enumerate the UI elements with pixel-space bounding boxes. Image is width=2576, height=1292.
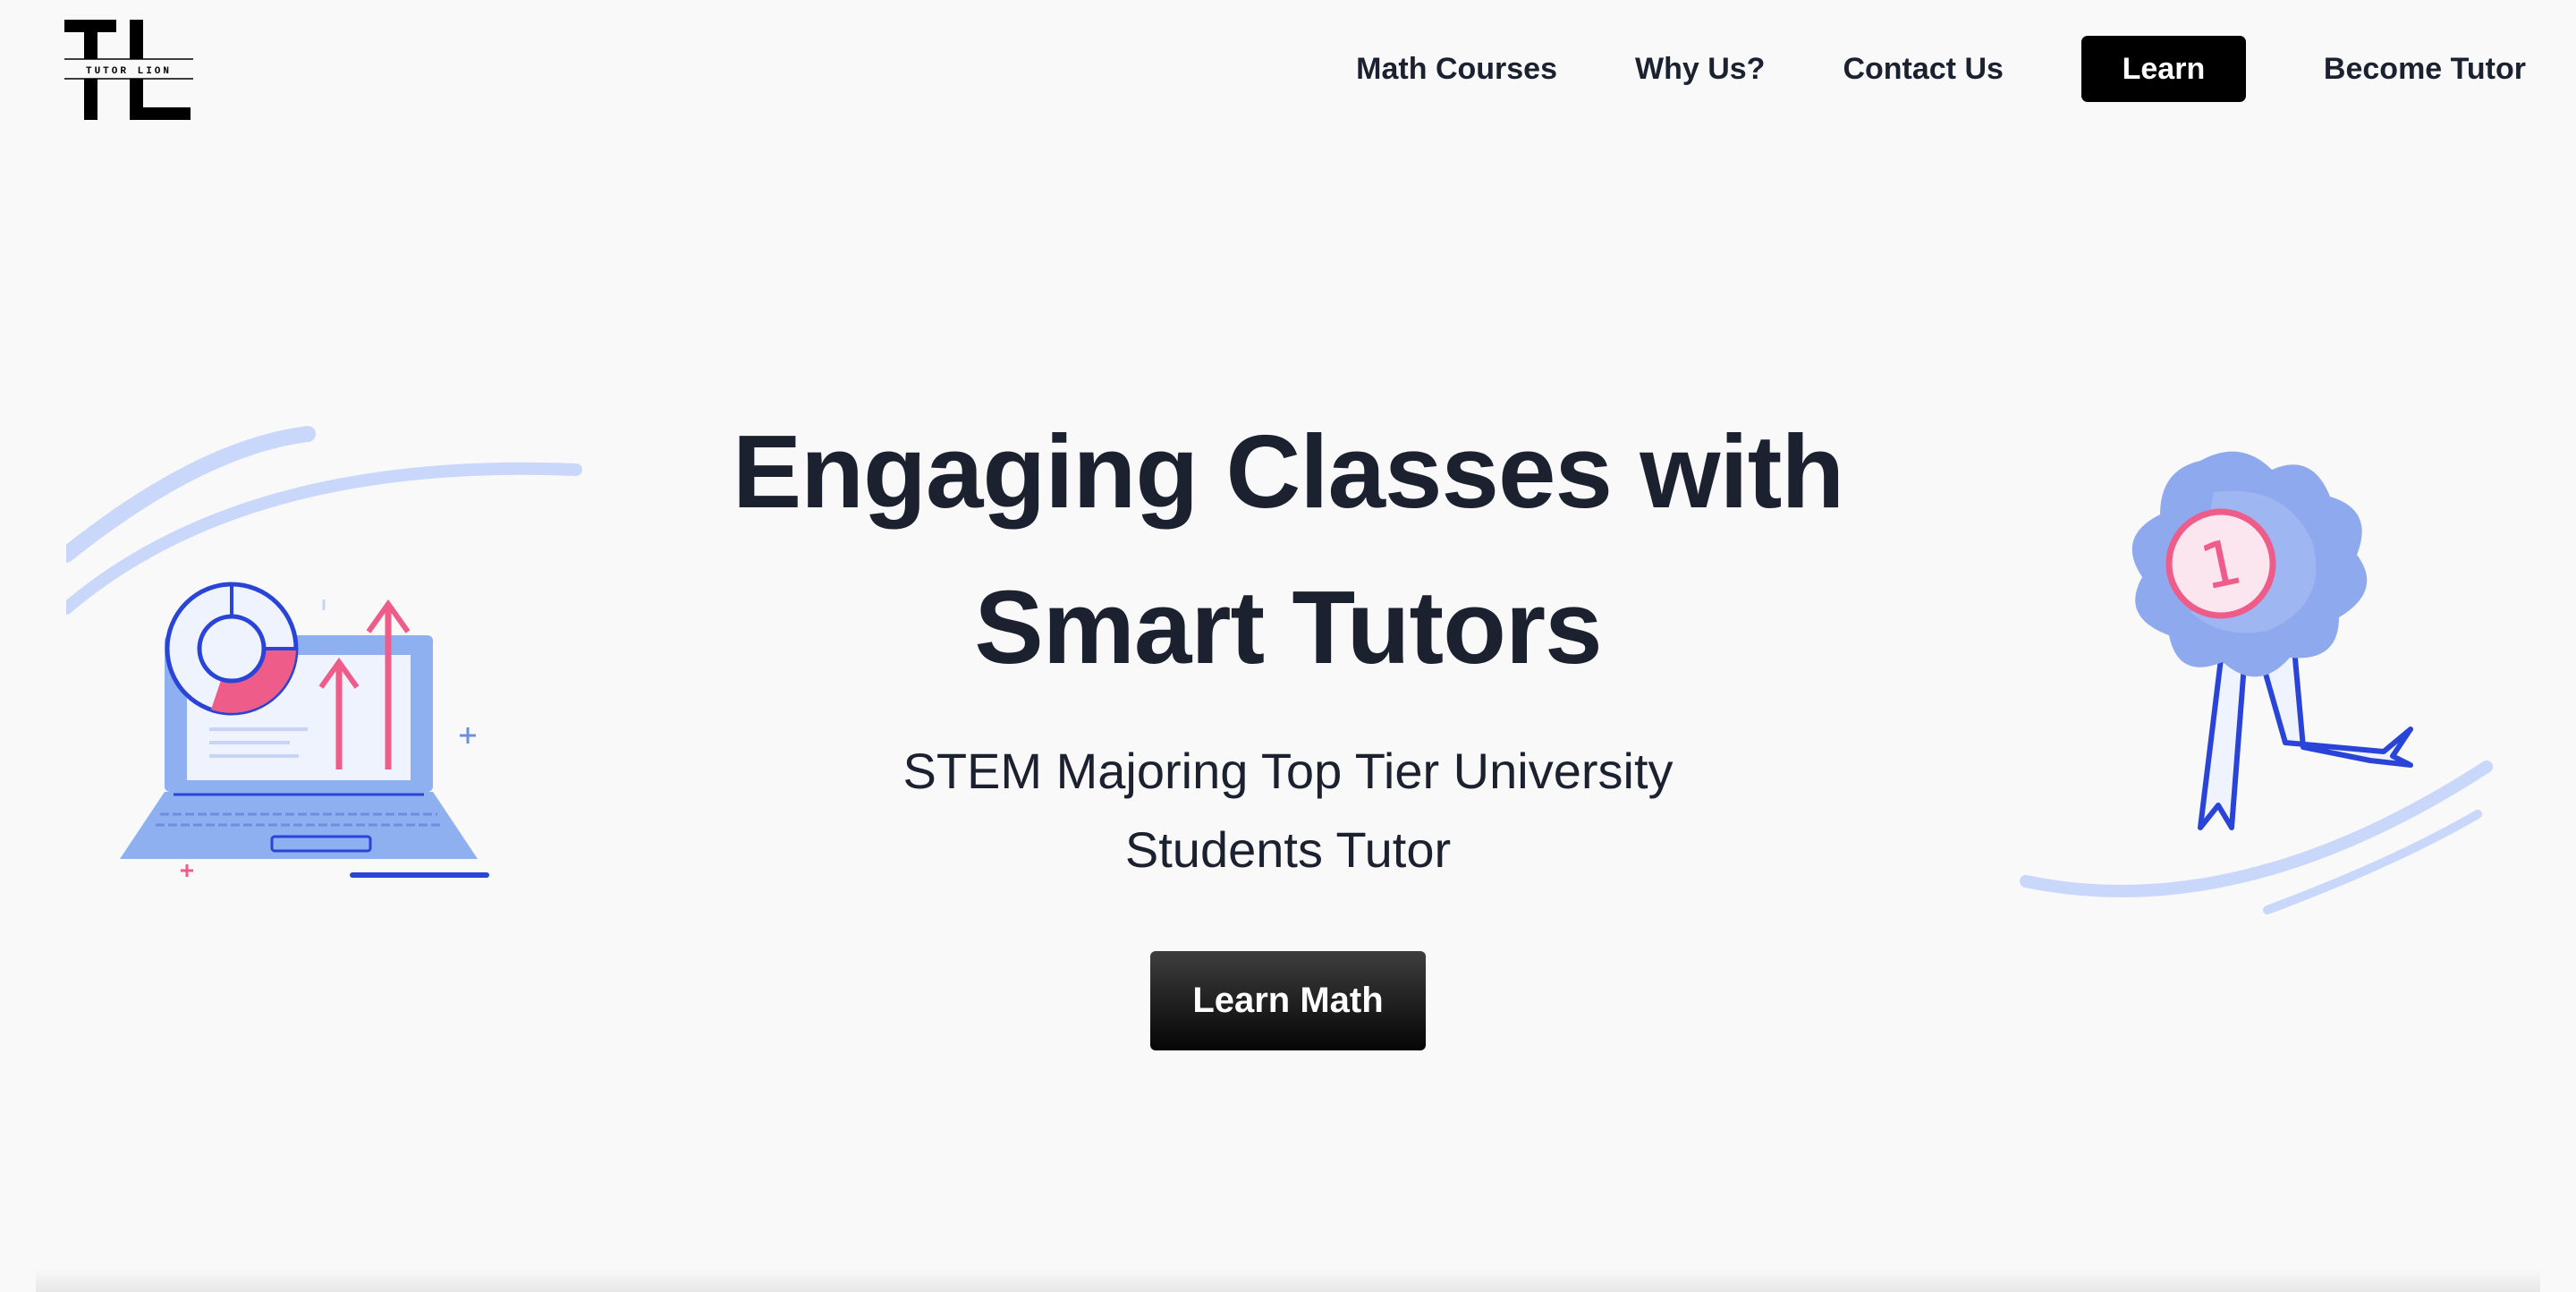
nav-math-courses[interactable]: Math Courses: [1356, 52, 1557, 87]
nav-become-tutor[interactable]: Become Tutor: [2324, 52, 2526, 87]
landing-page: TUTOR LION Math Courses Why Us? Contact …: [0, 0, 2576, 1292]
logo-icon: TUTOR LION: [64, 20, 193, 120]
main-nav: Math Courses Why Us? Contact Us Learn Be…: [1356, 36, 2526, 102]
learn-math-button[interactable]: Learn Math: [1150, 951, 1426, 1050]
nav-why-us[interactable]: Why Us?: [1635, 52, 1765, 87]
tutor-lion-logo[interactable]: TUTOR LION: [64, 20, 199, 120]
logo-text: TUTOR LION: [86, 66, 172, 77]
section-divider: [36, 1269, 2540, 1292]
nav-contact-us[interactable]: Contact Us: [1843, 52, 2003, 87]
nav-learn-button[interactable]: Learn: [2080, 36, 2246, 102]
award-ribbon-illustration: 1: [2017, 443, 2500, 926]
